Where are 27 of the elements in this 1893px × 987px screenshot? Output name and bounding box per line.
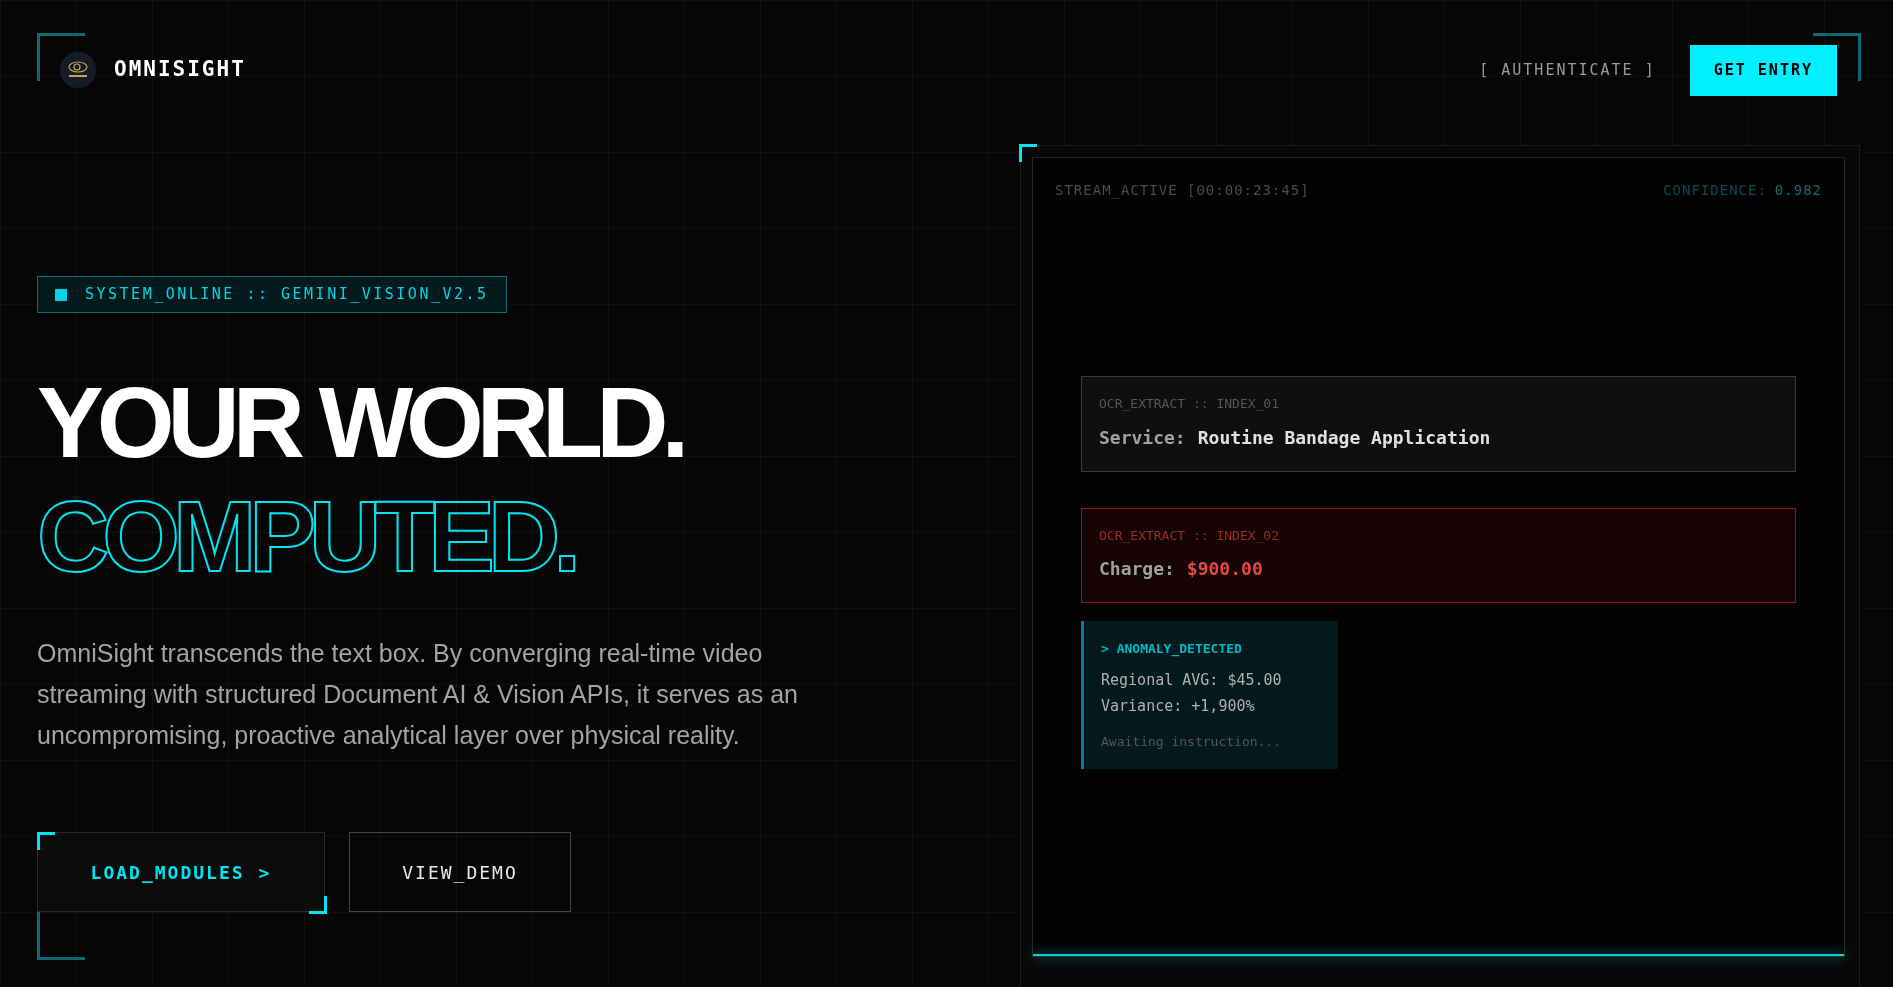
corner-bracket bbox=[309, 896, 327, 914]
extract-tag: OCR_EXTRACT :: INDEX_01 bbox=[1099, 394, 1778, 414]
status-text: SYSTEM_ONLINE :: GEMINI_VISION_V2.5 bbox=[85, 284, 489, 306]
extract-tag: OCR_EXTRACT :: INDEX_02 bbox=[1099, 525, 1778, 545]
field-value: $900.00 bbox=[1186, 557, 1263, 581]
get-entry-button[interactable]: GET ENTRY bbox=[1689, 44, 1837, 96]
anomaly-detail: Regional AVG: $45.00 bbox=[1101, 669, 1283, 691]
confidence-label: CONFIDENCE: bbox=[1663, 181, 1767, 200]
anomaly-title: > ANOMALY_DETECTED bbox=[1101, 640, 1243, 659]
corner-bracket bbox=[37, 832, 55, 850]
confidence-value: 0.982 bbox=[1774, 181, 1822, 200]
status-square-icon bbox=[55, 288, 67, 301]
authenticate-link[interactable]: [ AUTHENTICATE ] bbox=[1479, 58, 1656, 82]
stream-status: STREAM_ACTIVE [00:00:23:45] bbox=[1055, 181, 1310, 201]
field-value: Routine Bandage Application bbox=[1197, 425, 1491, 450]
load-modules-button[interactable]: LOAD_MODULES > bbox=[37, 832, 325, 912]
anomaly-detail: Variance: +1,900% bbox=[1101, 696, 1256, 717]
headline-outline: COMPUTED. bbox=[37, 479, 574, 593]
logo-icon bbox=[60, 52, 96, 88]
hero-description: OmniSight transcends the text box. By converging real-time video streaming with structured Document AI & Vision APIs, it serves as an uncompromising, proactive analytical layer over physical reality. bbox=[37, 638, 799, 751]
field-label: Service: bbox=[1099, 425, 1186, 450]
headline: YOUR WORLD. bbox=[37, 365, 684, 479]
chevron-icon: > bbox=[258, 858, 272, 886]
anomaly-status: Awaiting instruction... bbox=[1101, 732, 1282, 751]
view-demo-button[interactable]: VIEW_DEMO bbox=[349, 832, 571, 912]
brand-name: OMNISIGHT bbox=[114, 56, 246, 84]
field-label: Charge: bbox=[1099, 557, 1175, 581]
